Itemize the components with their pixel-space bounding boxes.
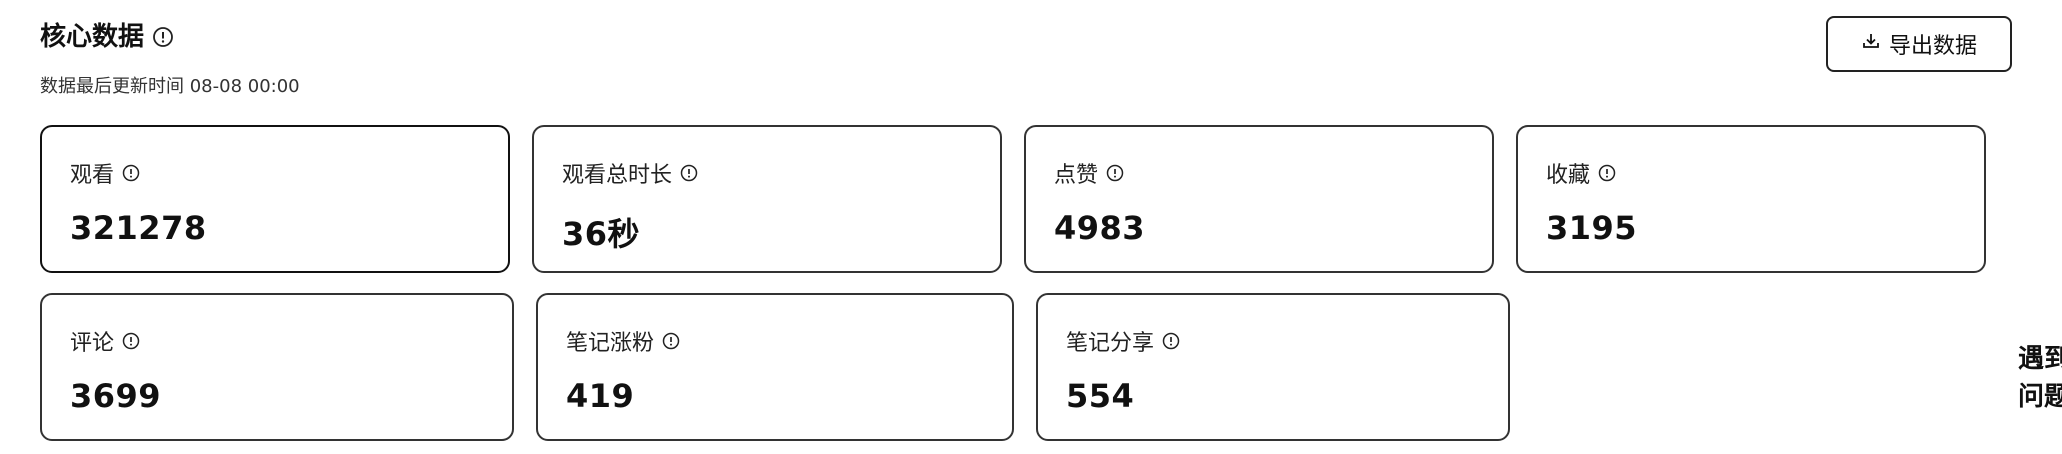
download-icon	[1861, 31, 1881, 57]
metric-card-collects[interactable]: 收藏 3195	[1516, 125, 1986, 273]
core-data-header: 核心数据 数据最后更新时间 08-08 00:00	[40, 20, 300, 98]
help-line-2: 问题	[2018, 382, 2062, 412]
metric-value: 554	[1066, 377, 1135, 415]
metric-label-row: 评论	[70, 325, 140, 357]
info-circle-icon[interactable]	[152, 26, 174, 48]
info-circle-icon[interactable]	[1162, 332, 1180, 350]
metric-label: 笔记涨粉	[566, 331, 655, 356]
metric-label: 笔记分享	[1066, 331, 1155, 356]
metric-value: 3195	[1546, 209, 1638, 247]
metric-card-likes[interactable]: 点赞 4983	[1024, 125, 1494, 273]
help-button[interactable]: 遇到 问题	[2018, 340, 2062, 416]
metric-card-shares[interactable]: 笔记分享 554	[1036, 293, 1510, 441]
last-updated-text: 数据最后更新时间 08-08 00:00	[40, 76, 300, 97]
metric-label-row: 观看总时长	[562, 157, 698, 189]
metric-label: 观看	[70, 163, 115, 188]
metric-label: 评论	[70, 331, 115, 356]
metric-label-row: 点赞	[1054, 157, 1124, 189]
metric-value: 321278	[70, 209, 207, 247]
metric-label-row: 笔记涨粉	[566, 325, 680, 357]
info-circle-icon[interactable]	[1598, 164, 1616, 182]
metric-value: 3699	[70, 377, 162, 415]
info-circle-icon[interactable]	[662, 332, 680, 350]
metric-value: 419	[566, 377, 635, 415]
info-circle-icon[interactable]	[122, 164, 140, 182]
metric-label: 收藏	[1546, 163, 1591, 188]
metric-label-row: 笔记分享	[1066, 325, 1180, 357]
page-title: 核心数据	[40, 22, 145, 52]
metric-label: 点赞	[1054, 163, 1099, 188]
metric-card-new-followers[interactable]: 笔记涨粉 419	[536, 293, 1014, 441]
metric-card-watch-time[interactable]: 观看总时长 36秒	[532, 125, 1002, 273]
metric-label-row: 收藏	[1546, 157, 1616, 189]
metric-card-comments[interactable]: 评论 3699	[40, 293, 514, 441]
help-line-1: 遇到	[2018, 344, 2062, 374]
metric-value: 36秒	[562, 215, 641, 253]
metric-label: 观看总时长	[562, 163, 673, 188]
info-circle-icon[interactable]	[122, 332, 140, 350]
metric-label-row: 观看	[70, 157, 140, 189]
info-circle-icon[interactable]	[1106, 164, 1124, 182]
metric-value: 4983	[1054, 209, 1146, 247]
metric-card-views[interactable]: 观看 321278	[40, 125, 510, 273]
info-circle-icon[interactable]	[680, 164, 698, 182]
export-data-label: 导出数据	[1888, 34, 1977, 59]
export-data-button[interactable]: 导出数据	[1826, 16, 2012, 72]
title-row: 核心数据	[40, 20, 300, 54]
